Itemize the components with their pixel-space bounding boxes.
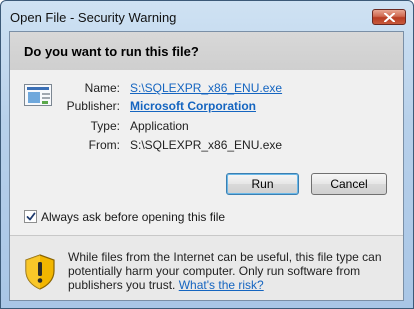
warning-shield-icon [25,254,55,290]
field-value-from: S:\SQLEXPR_x86_ENU.exe [130,138,283,152]
field-label-publisher: Publisher: [66,99,120,113]
dialog-body: Do you want to run this file? Name: S:\S… [9,31,404,301]
checkmark-icon [26,212,36,221]
close-icon [384,13,395,22]
always-ask-label[interactable]: Always ask before opening this file [41,210,225,224]
security-warning-dialog: Open File - Security Warning Do you want… [0,0,414,309]
window-title: Open File - Security Warning [10,10,177,25]
cancel-button[interactable]: Cancel [311,173,387,195]
field-row-type: Type: Application [10,119,400,135]
title-bar[interactable]: Open File - Security Warning [1,1,413,31]
field-label-from: From: [88,138,120,152]
field-label-type: Type: [90,119,120,133]
publisher-link[interactable]: Microsoft Corporation [130,99,256,113]
always-ask-checkbox[interactable] [24,210,37,223]
field-value-type: Application [130,119,189,133]
warning-area: While files from the Internet can be use… [10,236,403,300]
whats-the-risk-link[interactable]: What's the risk? [179,278,264,292]
field-row-publisher: Publisher: Microsoft Corporation [10,99,400,115]
file-name-link[interactable]: S:\SQLEXPR_x86_ENU.exe [130,81,282,95]
dialog-question: Do you want to run this file? [24,44,199,59]
field-row-from: From: S:\SQLEXPR_x86_ENU.exe [10,138,400,154]
warning-message: While files from the Internet can be use… [68,250,388,292]
run-button[interactable]: Run [226,173,299,195]
field-row-name: Name: S:\SQLEXPR_x86_ENU.exe [10,81,400,97]
close-button[interactable] [372,9,406,25]
dialog-header: Do you want to run this file? [10,32,403,70]
field-label-name: Name: [84,81,120,95]
